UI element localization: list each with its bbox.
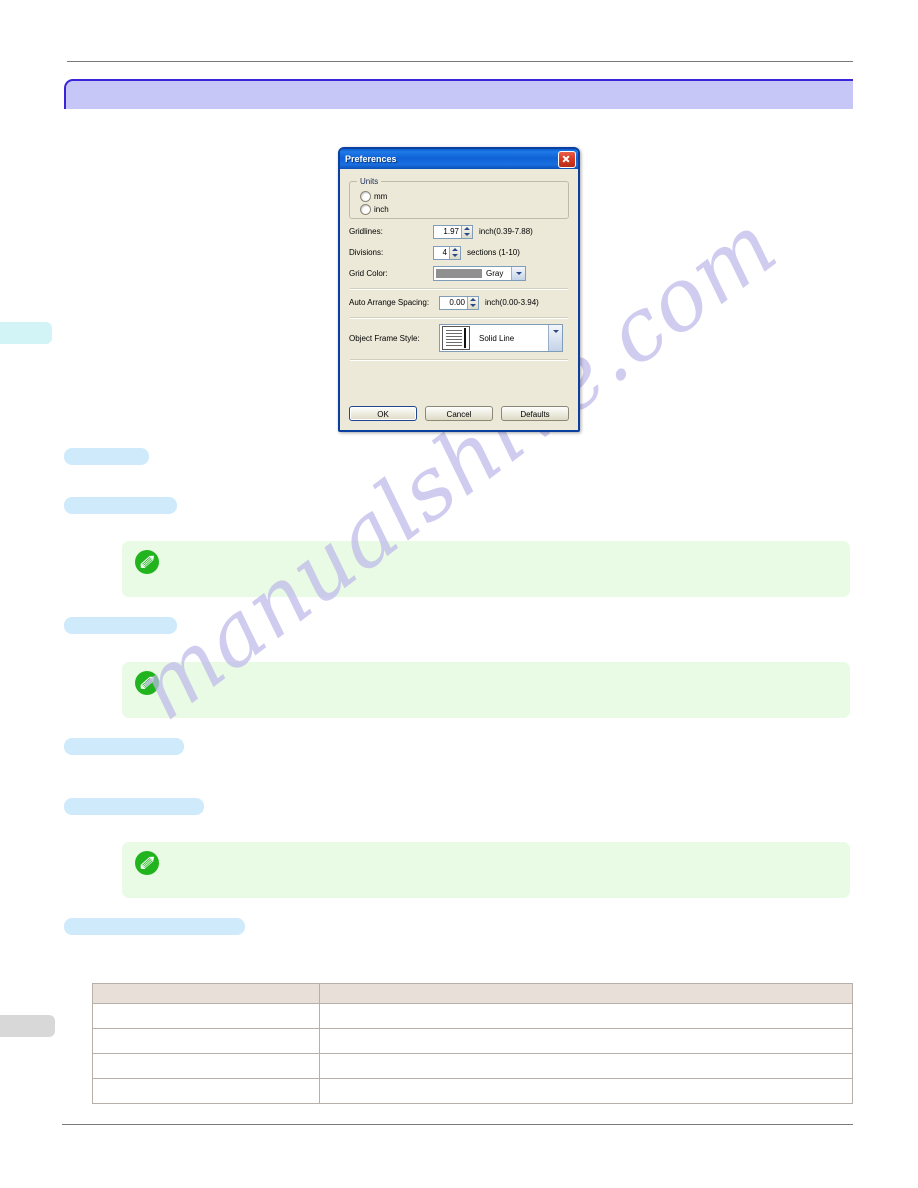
table-cell [92, 1078, 320, 1104]
auto-arrange-spacing-hint: inch(0.00-3.94) [485, 298, 539, 307]
auto-arrange-spacing-stepper[interactable]: 0.00 [439, 295, 479, 310]
grid-color-value: Gray [486, 269, 504, 278]
frame-style-preview-icon [442, 326, 470, 350]
section-heading-5 [64, 798, 204, 815]
margin-index-tab-lower[interactable] [0, 1015, 55, 1037]
manual-page: manualshive.com Preferences Units mm inc… [0, 0, 918, 1188]
note-pencil-icon [135, 550, 159, 574]
section-heading-4 [64, 738, 184, 755]
divider-3 [350, 359, 568, 361]
table-row [92, 1078, 853, 1104]
preferences-dialog: Preferences Units mm inch Gridlines: 1.9… [338, 147, 580, 432]
table-cell [92, 1003, 320, 1029]
note-pencil-icon [135, 671, 159, 695]
ok-button[interactable]: OK [349, 406, 417, 421]
object-frame-style-value: Solid Line [479, 333, 515, 343]
auto-arrange-spin-buttons[interactable] [467, 296, 478, 309]
divisions-value[interactable]: 4 [434, 248, 449, 257]
radio-inch-icon[interactable] [360, 204, 371, 215]
divider-2 [350, 317, 568, 319]
section-heading-6 [64, 918, 245, 935]
table-row [92, 1028, 853, 1054]
table-cell [92, 1053, 320, 1079]
radio-mm-label: mm [374, 192, 388, 201]
table-header-row [92, 983, 853, 1004]
dialog-button-row: OK Cancel Defaults [349, 406, 569, 421]
grid-color-swatch [436, 269, 482, 278]
radio-option-mm[interactable]: mm [360, 190, 560, 203]
units-legend: Units [357, 177, 382, 186]
gridlines-label: Gridlines: [349, 227, 383, 236]
gridlines-spin-buttons[interactable] [461, 225, 472, 238]
divisions-stepper[interactable]: 4 [433, 245, 461, 260]
dialog-title: Preferences [345, 154, 397, 164]
note-callout-3 [122, 842, 850, 898]
radio-inch-label: inch [374, 205, 389, 214]
table-cell [319, 1053, 853, 1079]
object-frame-style-row: Object Frame Style: Solid Line [349, 323, 569, 353]
gridlines-value[interactable]: 1.97 [434, 227, 461, 236]
table-cell [319, 1028, 853, 1054]
auto-arrange-spacing-row: Auto Arrange Spacing: 0.00 inch(0.00-3.9… [349, 294, 569, 311]
divider-1 [350, 288, 568, 290]
divisions-spin-buttons[interactable] [449, 246, 460, 259]
chevron-down-icon[interactable] [511, 267, 525, 280]
divisions-hint: sections (1-10) [467, 248, 520, 257]
table-header-cell [319, 983, 853, 1004]
dialog-body: Units mm inch Gridlines: 1.97 inch(0.39-… [340, 169, 578, 430]
note-pencil-icon [135, 851, 159, 875]
auto-arrange-spacing-value[interactable]: 0.00 [440, 298, 467, 307]
spec-table [92, 983, 853, 1104]
units-groupbox: Units mm inch [349, 177, 569, 219]
defaults-button[interactable]: Defaults [501, 406, 569, 421]
divisions-label: Divisions: [349, 248, 384, 257]
grid-color-label: Grid Color: [349, 269, 388, 278]
table-cell [319, 1003, 853, 1029]
table-row [92, 1003, 853, 1029]
table-cell [319, 1078, 853, 1104]
auto-arrange-spacing-label: Auto Arrange Spacing: [349, 298, 430, 307]
grid-color-select[interactable]: Gray [433, 266, 526, 281]
margin-index-tab-upper[interactable] [0, 322, 52, 344]
table-row [92, 1053, 853, 1079]
grid-color-row: Grid Color: Gray [349, 265, 569, 282]
divisions-row: Divisions: 4 sections (1-10) [349, 244, 569, 261]
dialog-titlebar[interactable]: Preferences [340, 149, 578, 169]
object-frame-style-select[interactable]: Solid Line [439, 324, 563, 352]
gridlines-hint: inch(0.39-7.88) [479, 227, 533, 236]
chevron-down-icon[interactable] [548, 325, 562, 351]
chapter-banner [64, 79, 853, 109]
close-icon[interactable] [558, 150, 576, 168]
header-rule [67, 61, 853, 62]
cancel-button[interactable]: Cancel [425, 406, 493, 421]
radio-mm-icon[interactable] [360, 191, 371, 202]
radio-option-inch[interactable]: inch [360, 203, 560, 216]
gridlines-stepper[interactable]: 1.97 [433, 224, 473, 239]
section-heading-2 [64, 497, 177, 514]
section-heading-3 [64, 617, 177, 634]
object-frame-style-label: Object Frame Style: [349, 333, 420, 343]
footer-rule [62, 1124, 853, 1125]
table-header-cell [92, 983, 320, 1004]
table-cell [92, 1028, 320, 1054]
note-callout-1 [122, 541, 850, 597]
note-callout-2 [122, 662, 850, 718]
gridlines-row: Gridlines: 1.97 inch(0.39-7.88) [349, 223, 569, 240]
section-heading-1 [64, 448, 149, 465]
